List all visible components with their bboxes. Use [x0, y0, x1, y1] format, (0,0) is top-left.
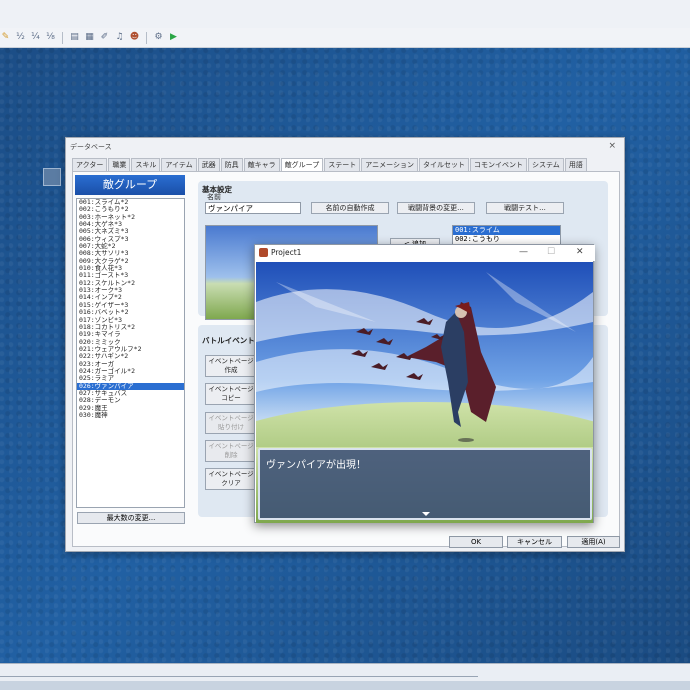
status-divider: [0, 676, 478, 677]
taskbar: [0, 681, 690, 690]
event-page-button-action: 作成: [224, 366, 238, 374]
game-screen[interactable]: ヴァンパイアが出現！: [256, 262, 593, 523]
menu-bar: [0, 0, 690, 28]
event-page-button-action: クリア: [221, 479, 241, 487]
close-icon[interactable]: ✕: [576, 247, 584, 257]
event-page-button-action: 削除: [224, 451, 238, 459]
event-page-button-label: イベントページ: [208, 357, 254, 365]
game-titlebar[interactable]: Project1 — ☐ ✕: [255, 245, 595, 261]
tab-item[interactable]: ステート: [324, 158, 361, 171]
battle-event-title: バトルイベント: [202, 336, 255, 345]
minimize-icon[interactable]: —: [519, 247, 528, 257]
max-count-button[interactable]: 最大数の変更...: [77, 512, 185, 524]
event-page-button-label: イベントページ: [208, 470, 254, 478]
script-editor-icon[interactable]: ✐: [99, 32, 110, 43]
game-window: Project1 — ☐ ✕ ヴァンパイアが出現！: [254, 244, 595, 523]
maximize-icon[interactable]: ☐: [547, 247, 555, 257]
tab-item[interactable]: システム: [528, 158, 564, 171]
troop-list[interactable]: 001:スライム*2 002:こうもり*2 003:ホーネット*2 004:大ゲネ*3…: [76, 198, 185, 508]
map-event-marker[interactable]: [43, 168, 61, 186]
tab-item[interactable]: 敵グループ: [280, 158, 324, 172]
troop-member-item[interactable]: 002:こうもり: [453, 235, 560, 244]
sound-test-icon[interactable]: ♫: [114, 32, 125, 43]
game-window-title: Project1: [271, 248, 302, 257]
event-page-button-action: コピー: [221, 394, 241, 402]
event-page-button-action: 貼り付け: [218, 423, 244, 431]
toolbar-separator: [146, 31, 147, 44]
troop-list-header: 敵グループ: [75, 175, 185, 195]
settings-icon[interactable]: ⚙: [153, 32, 164, 43]
event-page-button-label: イベントページ: [208, 442, 254, 450]
tab-item[interactable]: スキル: [131, 158, 161, 171]
event-page-button[interactable]: イベントページ コピー: [205, 383, 257, 405]
continue-arrow-icon: [422, 512, 430, 516]
zoom-eighth-icon[interactable]: ⅛: [45, 32, 56, 43]
event-page-button[interactable]: イベントページ 削除: [205, 440, 257, 462]
tab-item[interactable]: 敵キャラ: [243, 158, 280, 171]
character-generator-icon[interactable]: ☻: [129, 32, 140, 43]
status-bar: [0, 663, 690, 690]
playtest-icon[interactable]: ▶: [168, 32, 179, 43]
apply-button[interactable]: 適用(A): [567, 536, 620, 548]
zoom-half-icon[interactable]: ½: [15, 32, 26, 43]
battle-test-button[interactable]: 戦闘テスト...: [486, 202, 564, 214]
tab-item[interactable]: アクター: [72, 158, 108, 171]
troop-list-item[interactable]: 030:魔神: [77, 411, 184, 419]
tab-bar: アクター 職業 スキル アイテム 武器 防具 敵キャラ 敵グループ ステート アニメーション タイル…: [72, 158, 620, 172]
tab-item[interactable]: 防具: [220, 158, 243, 171]
message-window[interactable]: ヴァンパイアが出現！: [258, 448, 592, 520]
name-input[interactable]: ヴァンパイア: [205, 202, 301, 214]
event-page-button-label: イベントページ: [208, 414, 254, 422]
change-background-button[interactable]: 戦闘背景の変更...: [397, 202, 475, 214]
tab-item[interactable]: タイルセット: [419, 158, 470, 171]
pencil-icon[interactable]: ✎: [0, 32, 11, 43]
resource-manager-icon[interactable]: ▦: [84, 32, 95, 43]
event-page-button[interactable]: イベントページ 貼り付け: [205, 412, 257, 434]
tab-item[interactable]: コモンイベント: [470, 158, 528, 171]
toolbar-separator: [62, 31, 63, 44]
database-title: データベース: [70, 143, 112, 151]
tab-item[interactable]: 用語: [564, 158, 587, 171]
database-icon[interactable]: ▤: [69, 32, 80, 43]
troop-member-item[interactable]: 001:スライム: [453, 226, 560, 235]
tab-item[interactable]: アイテム: [161, 158, 197, 171]
toolbar: ✎ ½ ¼ ⅛ ▤ ▦ ✐ ♫ ☻ ⚙ ▶: [0, 28, 690, 48]
close-icon[interactable]: ×: [608, 141, 616, 151]
tab-item[interactable]: アニメーション: [361, 158, 419, 171]
event-page-button[interactable]: イベントページ 作成: [205, 355, 257, 377]
ok-button[interactable]: OK: [449, 536, 503, 548]
name-label: 名前: [207, 193, 221, 201]
shadow: [458, 438, 474, 442]
tab-item[interactable]: 職業: [108, 158, 131, 171]
zoom-quarter-icon[interactable]: ¼: [30, 32, 41, 43]
auto-name-button[interactable]: 名前の自動作成: [311, 202, 389, 214]
game-app-icon: [259, 248, 268, 257]
message-text: ヴァンパイアが出現！: [266, 460, 366, 471]
tab-item[interactable]: 武器: [197, 158, 220, 171]
event-page-button-label: イベントページ: [208, 385, 254, 393]
cancel-button[interactable]: キャンセル: [507, 536, 562, 548]
event-page-button[interactable]: イベントページ クリア: [205, 468, 257, 490]
